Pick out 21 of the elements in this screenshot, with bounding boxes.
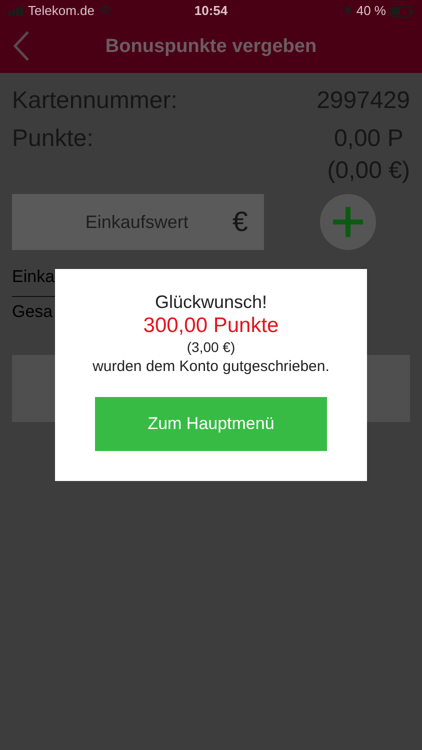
currency-symbol: € <box>232 205 248 239</box>
total-label: Gesa <box>12 302 53 321</box>
location-icon <box>342 6 352 16</box>
purchase-label: Einka <box>12 267 55 286</box>
clock-time: 10:54 <box>194 2 228 20</box>
main-menu-button[interactable]: Zum Hauptmenü <box>95 397 327 451</box>
amount-field[interactable]: Einkaufswert € <box>12 194 264 250</box>
amount-text: (3,00 €) <box>186 338 236 357</box>
plus-icon <box>333 207 363 237</box>
dialog-message: wurden dem Konto gutgeschrieben. <box>92 357 330 376</box>
battery-icon <box>390 6 414 16</box>
amount-placeholder: Einkaufswert <box>85 210 188 234</box>
page-title: Bonuspunkte vergeben <box>105 35 317 60</box>
battery-percentage: 40 % <box>356 2 386 20</box>
back-button[interactable] <box>12 30 30 62</box>
carrier-name: Telekom.de <box>28 2 94 20</box>
wifi-icon <box>98 6 112 16</box>
dialog-title: Glückwunsch! <box>154 291 268 313</box>
signal-icon <box>8 6 24 16</box>
points-text: 300,00 Punkte <box>143 313 279 338</box>
back-icon <box>12 30 30 62</box>
